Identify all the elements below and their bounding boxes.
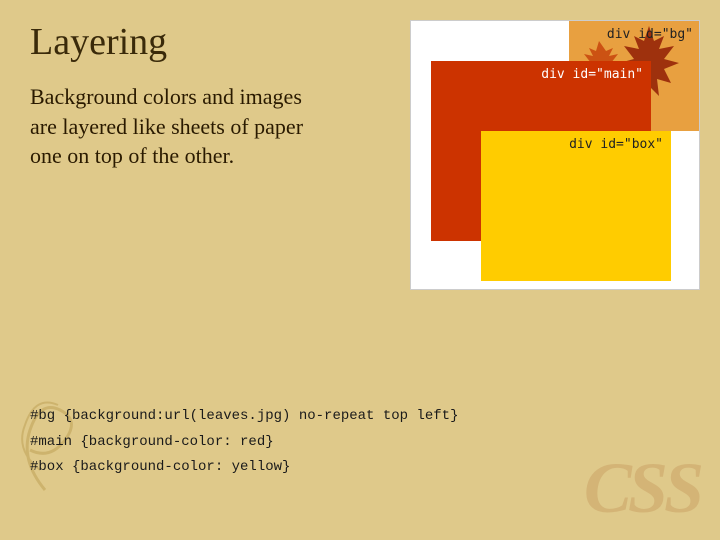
code-line-2: #main {background-color: red} [30,430,690,455]
code-line-1: #bg {background:url(leaves.jpg) no-repea… [30,404,690,429]
diagram-area: div id="bg" div id="main" div id="box" [380,10,700,310]
div-box-element: div id="box" [481,131,671,281]
content-area: Layering Background colors and images ar… [0,0,720,540]
description-text: Background colors and images are layered… [30,82,330,171]
div-box-label: div id="box" [569,137,663,152]
div-bg-label: div id="bg" [607,27,693,42]
code-line-3: #box {background-color: yellow} [30,455,690,480]
div-main-element: div id="main" div id="box" [431,61,651,241]
div-bg-element: div id="bg" div id="main" div id="box" [410,20,700,290]
div-main-label: div id="main" [541,67,643,82]
code-section: #bg {background:url(leaves.jpg) no-repea… [30,404,690,480]
